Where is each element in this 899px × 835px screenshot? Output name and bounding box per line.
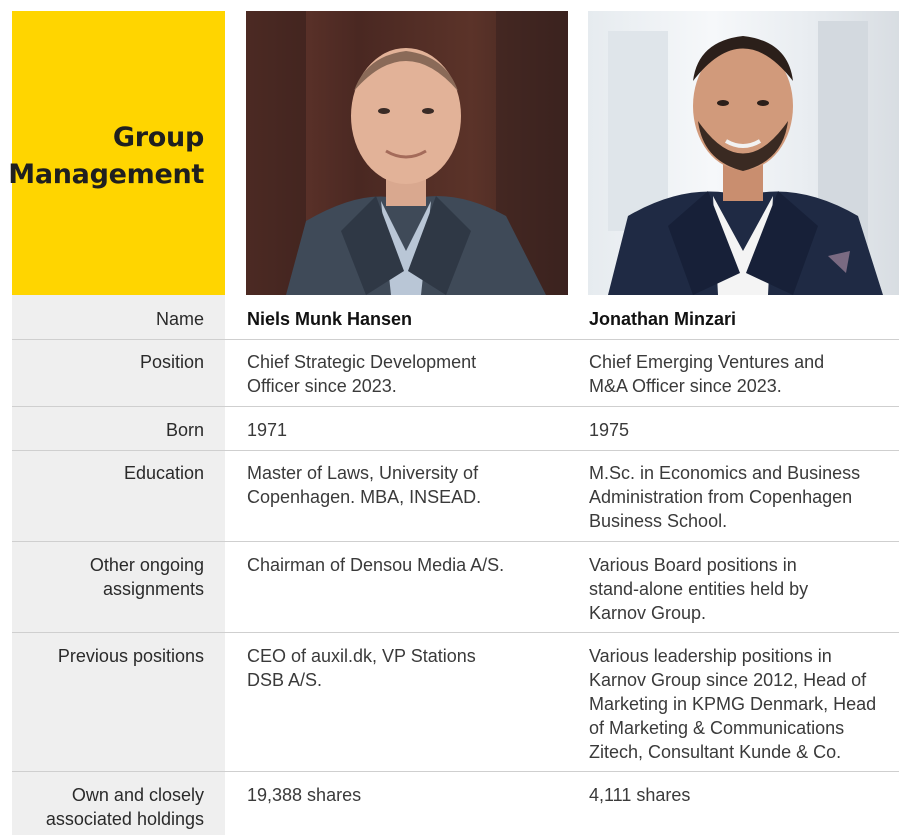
position-niels: Chief Strategic Development Officer sinc… xyxy=(247,352,477,396)
born-jonathan: 1975 xyxy=(589,420,630,440)
previous-niels: CEO of auxil.dk, VP Stations DSB A/S. xyxy=(247,646,476,690)
position-jonathan: Chief Emerging Ventures and M&A Officer … xyxy=(589,352,825,396)
label-position: Position xyxy=(139,352,204,372)
divider xyxy=(12,450,899,451)
divider xyxy=(12,339,899,340)
label-assignments: Other ongoing assignments xyxy=(89,555,204,599)
assignments-niels: Chairman of Densou Media A/S. xyxy=(247,555,505,575)
label-name: Name xyxy=(155,309,204,329)
label-holdings: Own and closely associated holdings xyxy=(45,785,204,829)
label-born: Born xyxy=(165,420,204,440)
education-jonathan: M.Sc. in Economics and Business Administ… xyxy=(589,463,861,531)
previous-jonathan: Various leadership positions in Karnov G… xyxy=(589,646,877,762)
divider xyxy=(12,406,899,407)
portrait-photo-jonathan xyxy=(588,11,899,295)
holdings-jonathan: 4,111 shares xyxy=(589,785,691,805)
holdings-niels: 19,388 shares xyxy=(247,785,362,805)
label-previous: Previous positions xyxy=(57,646,204,666)
name-jonathan: Jonathan Minzari xyxy=(589,309,737,329)
divider xyxy=(12,632,899,633)
title-block: Group Management xyxy=(8,11,225,295)
education-niels: Master of Laws, University of Copenhagen… xyxy=(247,463,482,507)
page-title: Group Management xyxy=(8,122,204,190)
assignments-jonathan: Various Board positions in stand-alone e… xyxy=(589,555,809,623)
born-niels: 1971 xyxy=(247,420,288,440)
name-niels: Niels Munk Hansen xyxy=(247,309,413,329)
portrait-photo-niels xyxy=(246,11,568,295)
label-education: Education xyxy=(123,463,204,483)
divider xyxy=(12,541,899,542)
divider xyxy=(12,771,899,772)
